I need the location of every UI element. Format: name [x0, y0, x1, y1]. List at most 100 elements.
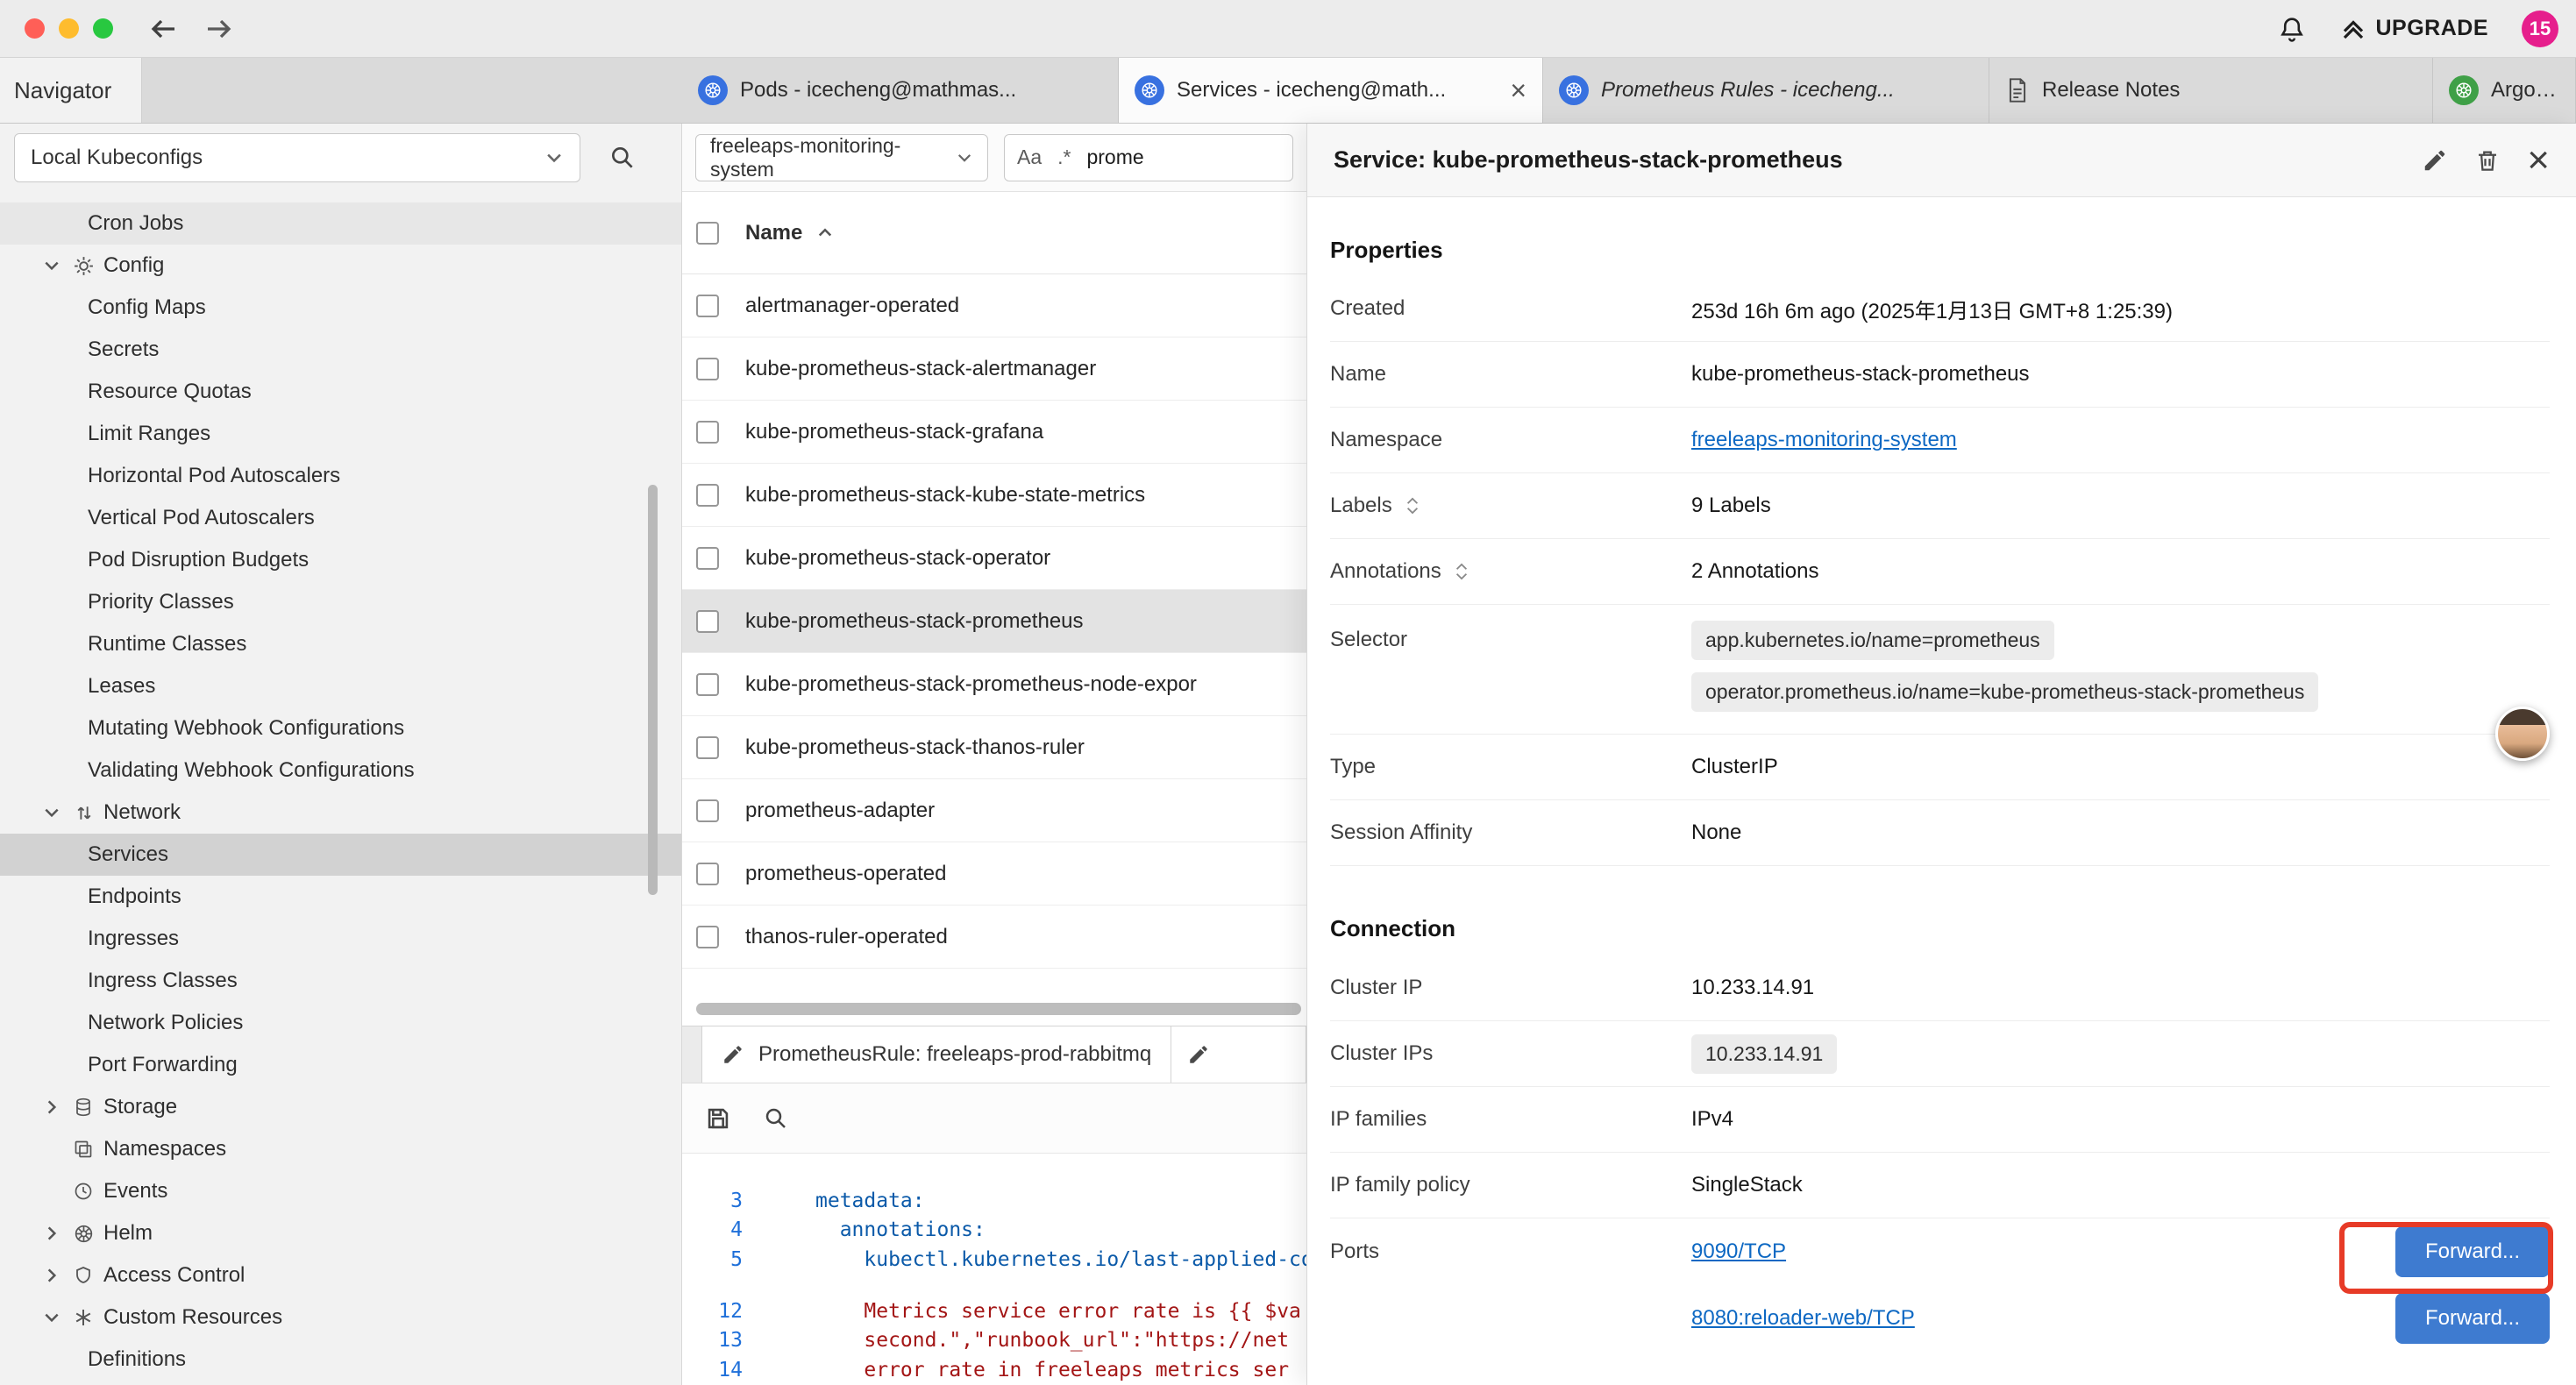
close-tab-icon[interactable]: ×	[1510, 76, 1526, 104]
sidebar-item-network[interactable]: Network	[0, 792, 681, 834]
sort-ascending-icon[interactable]	[816, 224, 834, 242]
forward-icon[interactable]	[203, 13, 234, 45]
sidebar-item-custom-resources[interactable]: Custom Resources	[0, 1296, 681, 1339]
sidebar-item-events[interactable]: Events	[0, 1170, 681, 1212]
sidebar-item-secrets[interactable]: Secrets	[0, 329, 681, 371]
yaml-editor[interactable]: 3metadata: 4 annotations: 5 kubectl.kube…	[682, 1154, 1306, 1385]
horizontal-scrollbar-thumb[interactable]	[696, 1003, 1301, 1015]
sidebar-scrollbar[interactable]	[648, 485, 658, 895]
notifications-bell-icon[interactable]	[2277, 14, 2307, 44]
row-checkbox[interactable]	[696, 673, 719, 696]
tab-prometheus-rules[interactable]: Prometheus Rules - icecheng...	[1543, 58, 1989, 123]
title-bar: UPGRADE 15	[0, 0, 2576, 58]
row-checkbox[interactable]	[696, 863, 719, 885]
sidebar-item-access-control[interactable]: Access Control	[0, 1254, 681, 1296]
table-row[interactable]: thanos-ruler-operated	[682, 906, 1306, 969]
sidebar-item-port-forwarding[interactable]: Port Forwarding	[0, 1044, 681, 1086]
detail-value[interactable]: 9 Labels	[1691, 494, 1771, 518]
regex-toggle[interactable]: .*	[1057, 146, 1071, 169]
row-checkbox[interactable]	[696, 421, 719, 444]
sidebar-item-mutating-webhook-configurations[interactable]: Mutating Webhook Configurations	[0, 707, 681, 749]
row-checkbox[interactable]	[696, 799, 719, 822]
namespace-link[interactable]: freeleaps-monitoring-system	[1691, 428, 1957, 452]
sidebar-item-ingresses[interactable]: Ingresses	[0, 918, 681, 960]
sidebar-item-network-policies[interactable]: Network Policies	[0, 1002, 681, 1044]
kubeconfig-selector[interactable]: Local Kubeconfigs	[14, 133, 580, 182]
upgrade-button[interactable]: UPGRADE	[2340, 16, 2488, 42]
table-row[interactable]: kube-prometheus-stack-kube-state-metrics	[682, 464, 1306, 527]
sidebar-item-pod-disruption-budgets[interactable]: Pod Disruption Budgets	[0, 539, 681, 581]
sidebar-item-runtime-classes[interactable]: Runtime Classes	[0, 623, 681, 665]
editor-search-icon[interactable]	[763, 1105, 789, 1132]
chevron-right-icon[interactable]	[40, 1222, 63, 1245]
sidebar-item-cron-jobs[interactable]: Cron Jobs	[0, 202, 681, 245]
sidebar-item-vertical-pod-autoscalers[interactable]: Vertical Pod Autoscalers	[0, 497, 681, 539]
row-checkbox[interactable]	[696, 610, 719, 633]
save-icon[interactable]	[703, 1104, 733, 1133]
table-row-selected[interactable]: kube-prometheus-stack-prometheus	[682, 590, 1306, 653]
sidebar-item-config[interactable]: Config	[0, 245, 681, 287]
port-link[interactable]: 8080:reloader-web/TCP	[1691, 1306, 1915, 1331]
tab-pods[interactable]: Pods - icecheng@mathmas...	[682, 58, 1119, 123]
sidebar-item-helm[interactable]: Helm	[0, 1212, 681, 1254]
chevron-right-icon[interactable]	[40, 1096, 63, 1119]
sidebar-item-services[interactable]: Services	[0, 834, 681, 876]
assistant-avatar[interactable]	[2495, 707, 2550, 761]
table-row[interactable]: kube-prometheus-stack-thanos-ruler	[682, 716, 1306, 779]
sidebar-item-resource-quotas[interactable]: Resource Quotas	[0, 371, 681, 413]
chevron-down-icon[interactable]	[40, 1306, 63, 1329]
tab-argo[interactable]: Argo Se	[2433, 58, 2576, 123]
tab-services-active[interactable]: Services - icecheng@math... ×	[1119, 58, 1543, 123]
sidebar-item-ingress-classes[interactable]: Ingress Classes	[0, 960, 681, 1002]
list-search-input[interactable]: Aa .* prome	[1004, 134, 1293, 181]
table-row[interactable]: kube-prometheus-stack-alertmanager	[682, 337, 1306, 401]
table-row[interactable]: kube-prometheus-stack-operator	[682, 527, 1306, 590]
maximize-window-button[interactable]	[93, 18, 113, 39]
edit-pencil-icon[interactable]	[2422, 147, 2448, 174]
forward-button[interactable]: Forward...	[2395, 1226, 2550, 1277]
table-row[interactable]: kube-prometheus-stack-grafana	[682, 401, 1306, 464]
close-window-button[interactable]	[25, 18, 45, 39]
chevron-down-icon[interactable]	[40, 254, 63, 277]
row-checkbox[interactable]	[696, 736, 719, 759]
table-row[interactable]: kube-prometheus-stack-prometheus-node-ex…	[682, 653, 1306, 716]
minimize-window-button[interactable]	[59, 18, 79, 39]
sidebar-item-storage[interactable]: Storage	[0, 1086, 681, 1128]
close-icon[interactable]: ×	[2527, 141, 2550, 180]
detail-value[interactable]: 2 Annotations	[1691, 559, 1818, 584]
sidebar-item-horizontal-pod-autoscalers[interactable]: Horizontal Pod Autoscalers	[0, 455, 681, 497]
table-row[interactable]: alertmanager-operated	[682, 274, 1306, 337]
row-checkbox[interactable]	[696, 358, 719, 380]
back-icon[interactable]	[148, 13, 180, 45]
sidebar-item-priority-classes[interactable]: Priority Classes	[0, 581, 681, 623]
sidebar-item-validating-webhook-configurations[interactable]: Validating Webhook Configurations	[0, 749, 681, 792]
row-checkbox[interactable]	[696, 547, 719, 570]
row-checkbox[interactable]	[696, 295, 719, 317]
dock-tab-prometheusrule[interactable]: PrometheusRule: freeleaps-prod-rabbitmq	[701, 1026, 1171, 1083]
notification-count-badge[interactable]: 15	[2522, 11, 2558, 47]
port-link[interactable]: 9090/TCP	[1691, 1239, 1786, 1264]
namespace-filter-select[interactable]: freeleaps-monitoring-system	[695, 134, 988, 181]
row-checkbox[interactable]	[696, 926, 719, 948]
column-header-name[interactable]: Name	[745, 221, 802, 245]
expand-collapse-icon[interactable]	[1454, 560, 1469, 583]
chevron-down-icon[interactable]	[40, 801, 63, 824]
dock-tab-next[interactable]	[1171, 1026, 1306, 1083]
sidebar-item-leases[interactable]: Leases	[0, 665, 681, 707]
trash-icon[interactable]	[2474, 147, 2501, 174]
sidebar-item-namespaces[interactable]: Namespaces	[0, 1128, 681, 1170]
select-all-checkbox[interactable]	[696, 222, 719, 245]
sidebar-item-endpoints[interactable]: Endpoints	[0, 876, 681, 918]
tab-release-notes[interactable]: Release Notes	[1989, 58, 2433, 123]
match-case-toggle[interactable]: Aa	[1017, 146, 1042, 169]
sidebar-item-limit-ranges[interactable]: Limit Ranges	[0, 413, 681, 455]
sidebar-item-definitions[interactable]: Definitions	[0, 1339, 681, 1381]
row-checkbox[interactable]	[696, 484, 719, 507]
table-row[interactable]: prometheus-operated	[682, 842, 1306, 906]
expand-collapse-icon[interactable]	[1405, 494, 1420, 517]
forward-button[interactable]: Forward...	[2395, 1293, 2550, 1344]
table-row[interactable]: prometheus-adapter	[682, 779, 1306, 842]
chevron-right-icon[interactable]	[40, 1264, 63, 1287]
sidebar-item-config-maps[interactable]: Config Maps	[0, 287, 681, 329]
sidebar-search-icon[interactable]	[603, 138, 642, 177]
